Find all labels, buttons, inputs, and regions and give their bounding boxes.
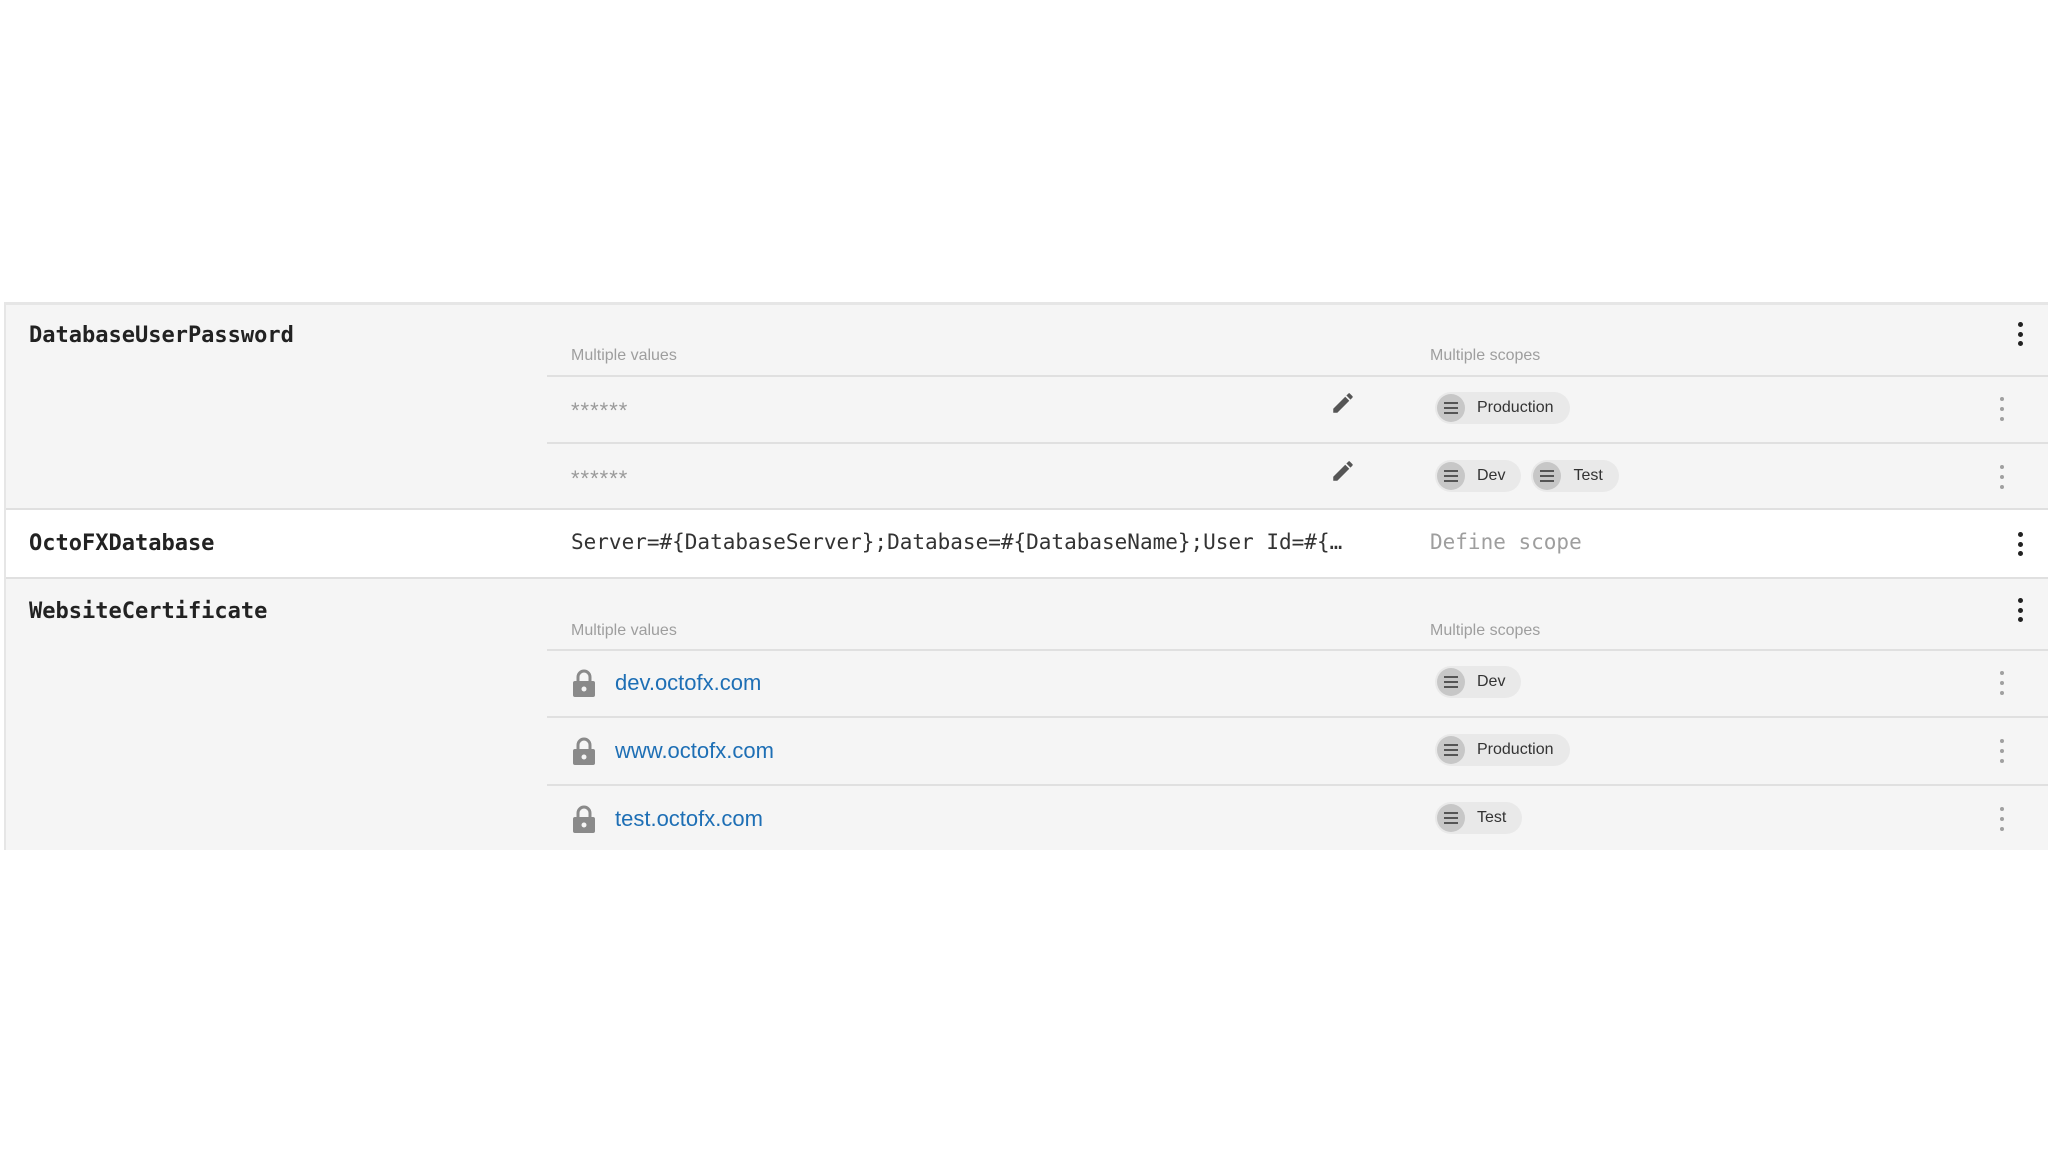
scope-chips: Test [1435, 802, 1523, 834]
values-column-header: Multiple values [571, 347, 677, 364]
lock-icon [573, 669, 595, 697]
scope-chips: Production [1435, 734, 1570, 766]
list-icon [1437, 804, 1465, 832]
lock-icon [573, 805, 595, 833]
row-more-icon[interactable] [1997, 465, 2007, 489]
value-row: test.octofx.com Test [547, 786, 2048, 852]
variables-table: DatabaseUserPassword Multiple values Mul… [4, 302, 2048, 850]
pencil-icon[interactable] [1330, 458, 1356, 484]
scope-chip[interactable]: Test [1531, 460, 1619, 492]
variable-value[interactable]: Server=#{DatabaseServer};Database=#{Data… [571, 530, 1342, 554]
variable-octofxdatabase: OctoFXDatabase Server=#{DatabaseServer};… [6, 510, 2048, 579]
masked-value: ****** [571, 466, 629, 491]
scopes-column-header: Multiple scopes [1430, 347, 1541, 364]
scope-chips: Production [1435, 392, 1570, 424]
scope-chips: Dev Test [1435, 460, 1619, 492]
variable-name[interactable]: OctoFXDatabase [29, 531, 214, 556]
scope-chip[interactable]: Test [1435, 802, 1523, 834]
variable-more-icon[interactable] [2015, 322, 2025, 346]
masked-value: ****** [571, 398, 629, 423]
value-row: ****** Production [547, 376, 2048, 444]
list-icon [1437, 668, 1465, 696]
scope-chip[interactable]: Production [1435, 734, 1570, 766]
variable-databaseuserpassword: DatabaseUserPassword Multiple values Mul… [6, 305, 2048, 510]
list-icon [1533, 462, 1562, 490]
certificate-link[interactable]: www.octofx.com [615, 738, 774, 764]
value-row: ****** Dev Test [547, 444, 2048, 510]
values-column-header: Multiple values [571, 622, 677, 639]
certificate-link[interactable]: test.octofx.com [615, 806, 763, 832]
row-more-icon[interactable] [1997, 397, 2007, 421]
variable-more-icon[interactable] [2015, 532, 2025, 556]
pencil-icon[interactable] [1330, 390, 1356, 416]
scope-chip-label: Test [1477, 809, 1507, 826]
row-more-icon[interactable] [1997, 739, 2007, 763]
scope-chip-label: Production [1477, 399, 1554, 416]
list-icon [1437, 462, 1465, 490]
lock-icon [573, 737, 595, 765]
scopes-column-header: Multiple scopes [1430, 622, 1541, 639]
variable-name[interactable]: DatabaseUserPassword [29, 323, 294, 348]
scope-chip[interactable]: Dev [1435, 666, 1522, 698]
row-more-icon[interactable] [1997, 671, 2007, 695]
list-icon [1437, 394, 1465, 422]
scope-chip-label: Production [1477, 741, 1554, 758]
define-scope-link[interactable]: Define scope [1430, 530, 1582, 554]
scope-chip[interactable]: Dev [1435, 460, 1522, 492]
variable-name[interactable]: WebsiteCertificate [29, 599, 267, 624]
scope-chip[interactable]: Production [1435, 392, 1570, 424]
scope-chip-label: Dev [1477, 467, 1506, 484]
list-icon [1437, 736, 1465, 764]
value-row: www.octofx.com Production [547, 718, 2048, 786]
scope-chips: Dev [1435, 666, 1522, 698]
certificate-link[interactable]: dev.octofx.com [615, 670, 761, 696]
scope-chip-label: Test [1573, 467, 1603, 484]
variable-more-icon[interactable] [2015, 598, 2025, 622]
scope-chip-label: Dev [1477, 673, 1506, 690]
value-row: dev.octofx.com Dev [547, 650, 2048, 718]
row-more-icon[interactable] [1997, 807, 2007, 831]
variable-websitecertificate: WebsiteCertificate Multiple values Multi… [6, 579, 2048, 850]
